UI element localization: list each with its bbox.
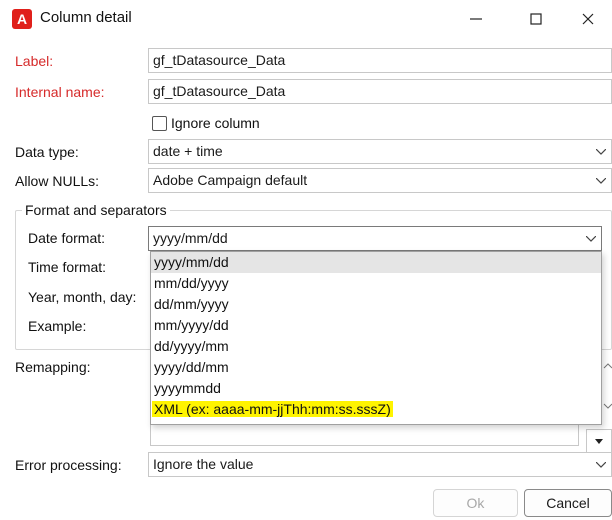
data-type-select[interactable]: date + time xyxy=(148,139,612,164)
cancel-button[interactable]: Cancel xyxy=(524,489,612,517)
ignore-column-checkbox[interactable] xyxy=(152,116,167,131)
date-format-option-label: dd/yyyy/mm xyxy=(154,338,229,354)
date-format-option-label: yyyymmdd xyxy=(154,380,221,396)
label-caption: Label: xyxy=(15,53,54,69)
date-format-option-label: yyyy/dd/mm xyxy=(154,359,229,375)
close-button[interactable] xyxy=(574,6,602,32)
chevron-down-icon[interactable] xyxy=(591,453,611,476)
date-format-dropdown-list[interactable]: yyyy/mm/dd mm/dd/yyyy dd/mm/yyyy mm/yyyy/dd… xyxy=(150,251,602,425)
date-format-option[interactable]: yyyymmdd xyxy=(151,378,601,399)
maximize-button[interactable] xyxy=(522,6,550,32)
date-format-option[interactable]: dd/yyyy/mm xyxy=(151,336,601,357)
caret-down-icon xyxy=(587,430,611,452)
remapping-caption: Remapping: xyxy=(15,359,91,375)
chevron-down-icon[interactable] xyxy=(591,169,611,192)
date-format-caption: Date format: xyxy=(28,230,106,246)
date-format-option-label: XML (ex: aaaa-mm-jjThh:mm:ss.sssZ) xyxy=(152,401,393,417)
time-format-caption: Time format: xyxy=(28,259,107,275)
date-format-option[interactable]: yyyy/mm/dd xyxy=(151,252,601,273)
format-separators-legend: Format and separators xyxy=(22,202,170,218)
date-format-option[interactable]: mm/dd/yyyy xyxy=(151,273,601,294)
internal-name-caption: Internal name: xyxy=(15,84,105,100)
ignore-column-label[interactable]: Ignore column xyxy=(171,115,260,131)
date-format-value: yyyy/mm/dd xyxy=(153,230,228,246)
allow-nulls-select[interactable]: Adobe Campaign default xyxy=(148,168,612,193)
chevron-down-icon[interactable] xyxy=(581,227,601,250)
year-month-day-caption: Year, month, day: xyxy=(28,289,137,305)
data-type-value: date + time xyxy=(153,143,223,159)
allow-nulls-value: Adobe Campaign default xyxy=(153,172,308,188)
date-format-option[interactable]: XML (ex: aaaa-mm-jjThh:mm:ss.sssZ) xyxy=(151,399,601,420)
allow-nulls-caption: Allow NULLs: xyxy=(15,173,100,189)
ok-button[interactable]: Ok xyxy=(433,489,518,517)
date-format-option-label: dd/mm/yyyy xyxy=(154,296,229,312)
close-icon xyxy=(582,13,594,25)
remapping-scrollbar[interactable] xyxy=(603,356,612,416)
minimize-icon xyxy=(470,18,482,20)
data-type-caption: Data type: xyxy=(15,144,79,160)
date-format-select[interactable]: yyyy/mm/dd xyxy=(148,226,602,251)
error-processing-caption: Error processing: xyxy=(15,457,122,473)
window-title: Column detail xyxy=(40,9,132,26)
date-format-option[interactable]: yyyy/dd/mm xyxy=(151,357,601,378)
title-bar[interactable]: A Column detail xyxy=(0,0,612,38)
maximize-icon xyxy=(530,13,542,25)
date-format-option-label: yyyy/mm/dd xyxy=(154,254,229,270)
remapping-dropdown[interactable] xyxy=(586,429,612,453)
date-format-option[interactable]: mm/yyyy/dd xyxy=(151,315,601,336)
error-processing-select[interactable]: Ignore the value xyxy=(148,452,612,477)
adobe-app-icon: A xyxy=(12,9,32,29)
label-field[interactable]: gf_tDatasource_Data xyxy=(148,48,612,73)
minimize-button[interactable] xyxy=(462,6,490,32)
date-format-option[interactable]: dd/mm/yyyy xyxy=(151,294,601,315)
date-format-option-label: mm/yyyy/dd xyxy=(154,317,229,333)
chevron-down-icon[interactable] xyxy=(591,140,611,163)
example-caption: Example: xyxy=(28,318,87,334)
internal-name-field[interactable]: gf_tDatasource_Data xyxy=(148,79,612,104)
date-format-option-label: mm/dd/yyyy xyxy=(154,275,229,291)
error-processing-value: Ignore the value xyxy=(153,456,254,472)
